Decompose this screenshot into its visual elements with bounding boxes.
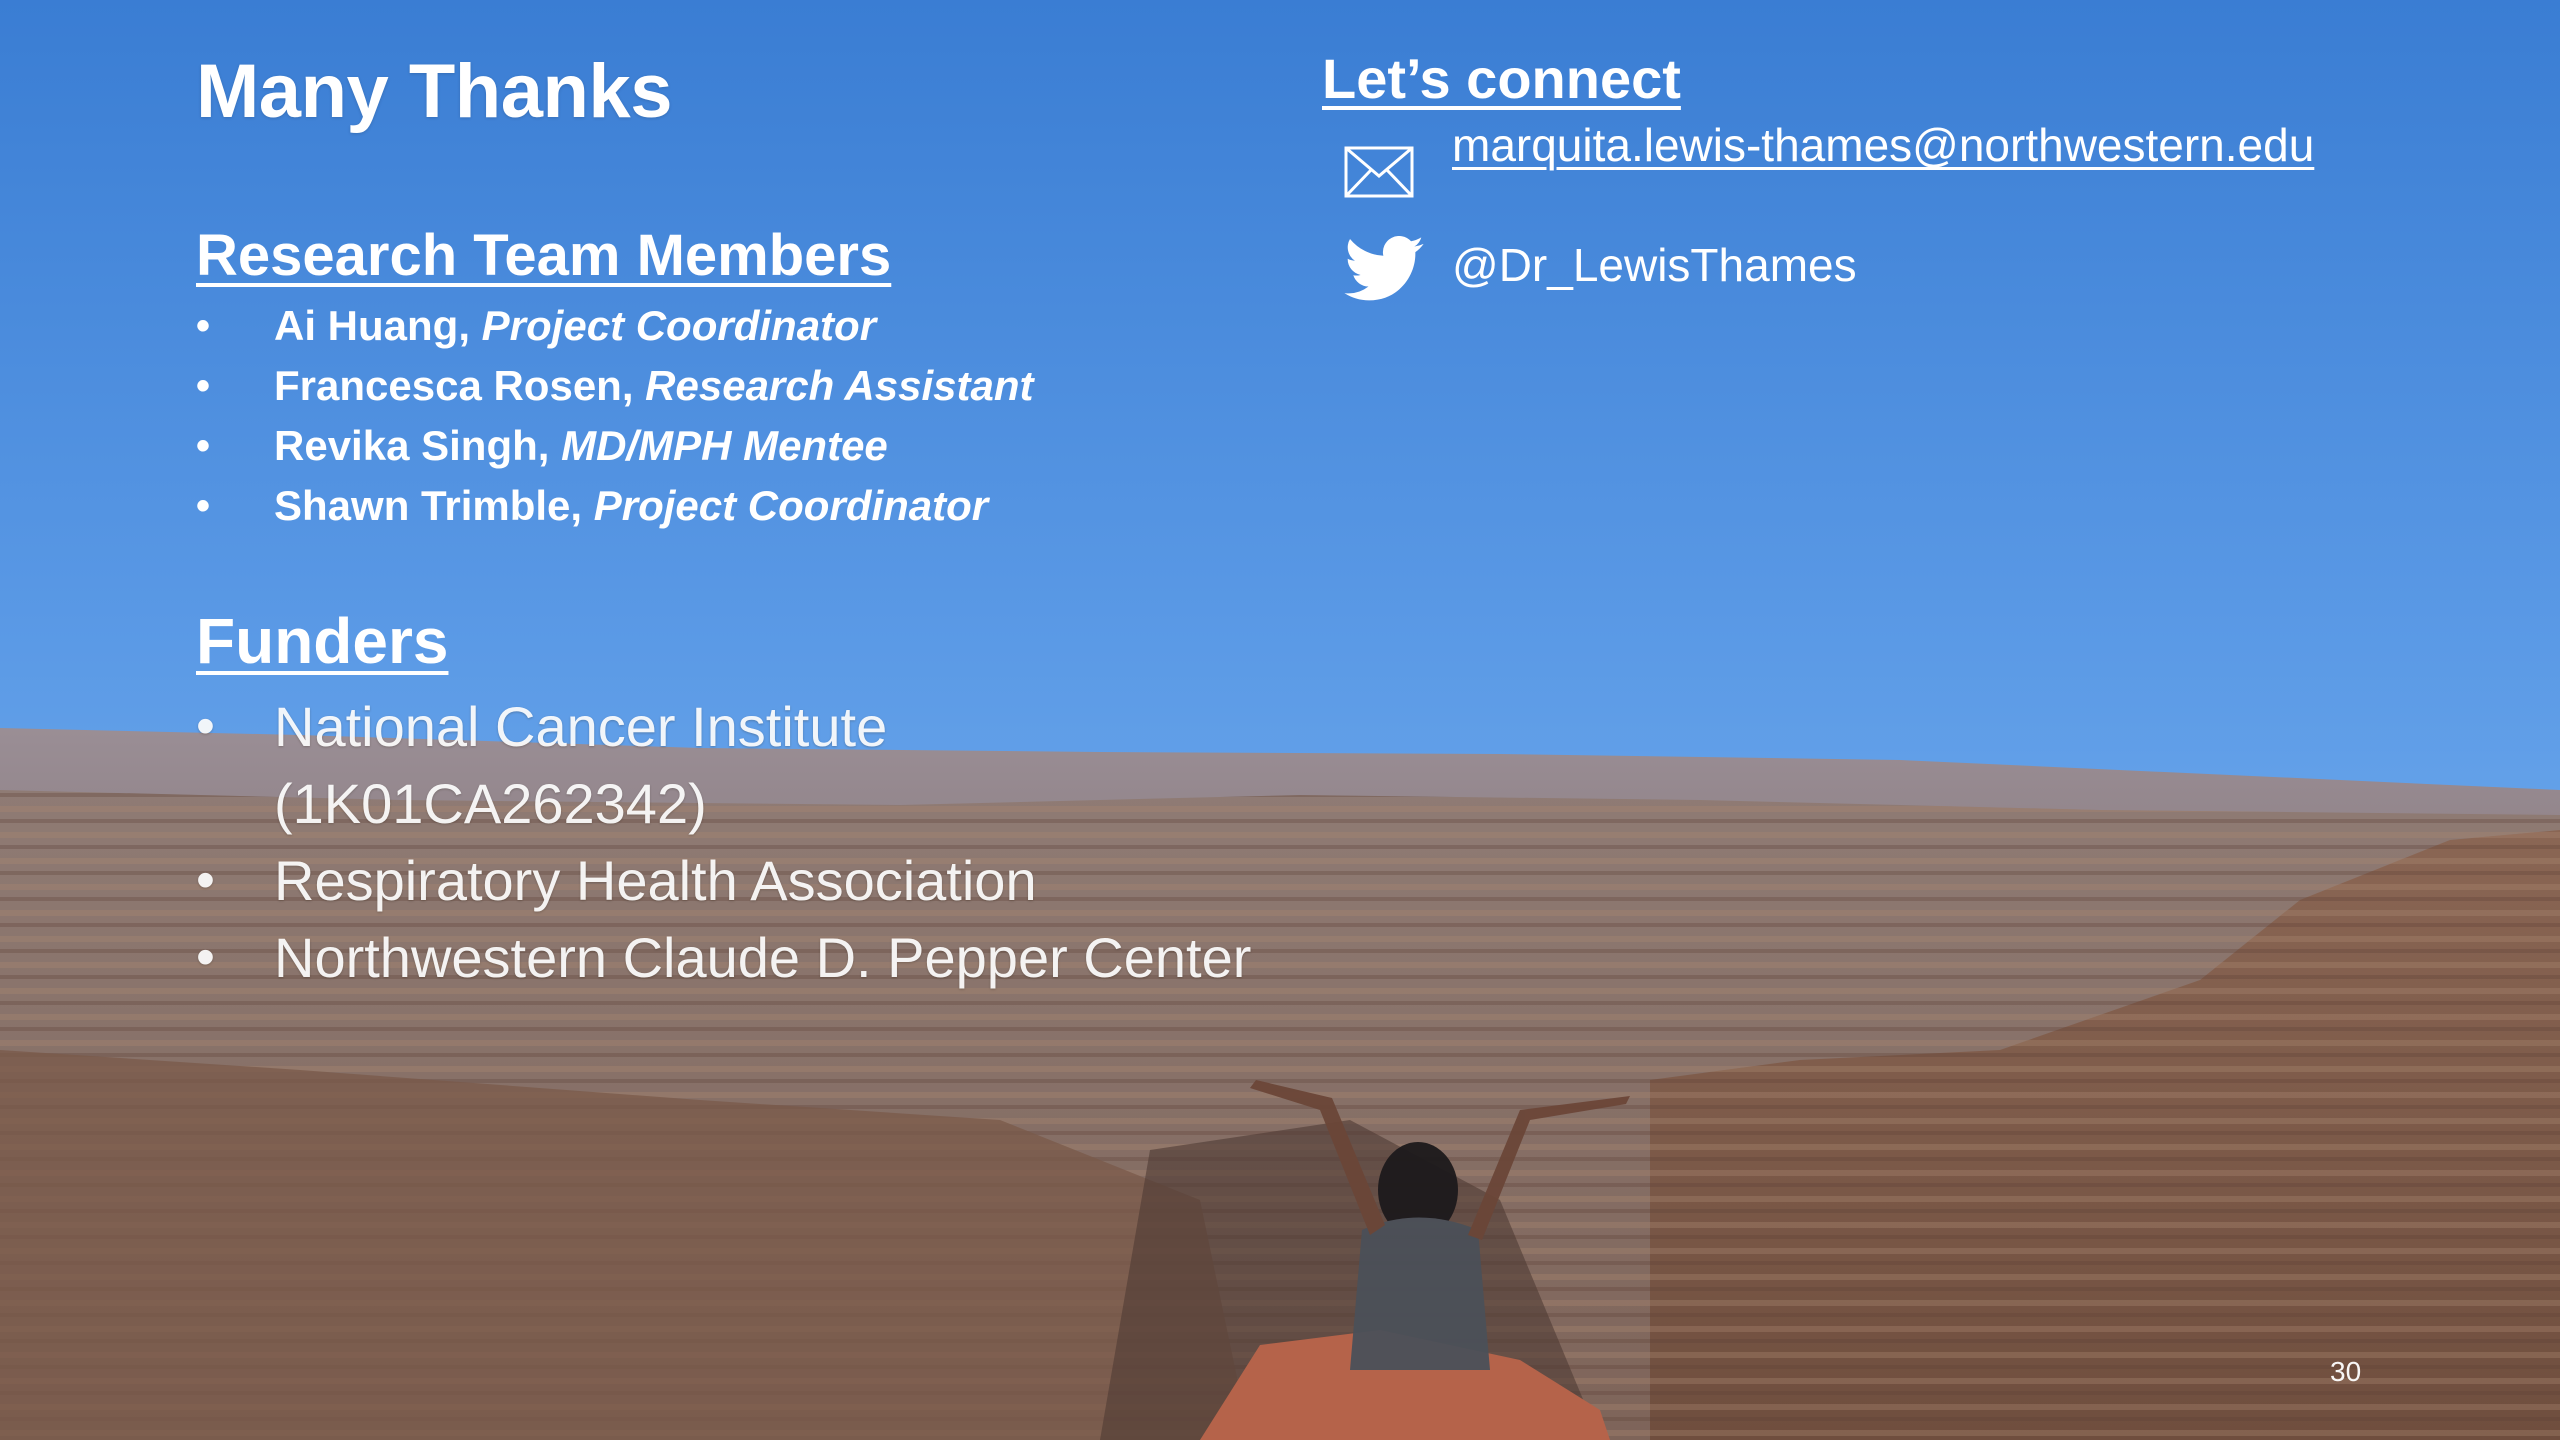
funder-item: Northwestern Claude D. Pepper Center xyxy=(196,919,1396,996)
research-team-heading: Research Team Members xyxy=(196,223,892,288)
funder-name: National Cancer Institute xyxy=(274,695,888,758)
team-member: Revika Singh, MD/MPH Mentee xyxy=(196,416,1033,476)
email-link[interactable]: marquita.lewis-thames@northwestern.edu xyxy=(1452,118,2314,172)
slide: Many Thanks Research Team Members Ai Hua… xyxy=(0,0,2560,1440)
member-role: Project Coordinator xyxy=(481,302,877,349)
member-name: Francesca Rosen, xyxy=(274,362,646,409)
member-role: MD/MPH Mentee xyxy=(561,422,888,469)
funder-name: Respiratory Health Association xyxy=(274,849,1037,912)
twitter-bird-icon xyxy=(1344,236,1424,301)
member-name: Revika Singh, xyxy=(274,422,562,469)
funder-grant-number: (1K01CA262342) xyxy=(274,772,707,835)
member-name: Shawn Trimble, xyxy=(274,482,594,529)
funder-item: National Cancer Institute (1K01CA262342) xyxy=(196,688,1396,842)
team-member: Shawn Trimble, Project Coordinator xyxy=(196,476,1033,536)
team-member: Francesca Rosen, Research Assistant xyxy=(196,356,1033,416)
member-role: Research Assistant xyxy=(645,362,1034,409)
team-member: Ai Huang, Project Coordinator xyxy=(196,296,1033,356)
slide-title: Many Thanks xyxy=(196,49,672,134)
page-number: 30 xyxy=(2330,1356,2362,1387)
connect-heading: Let’s connect xyxy=(1322,47,1681,110)
funder-name: Northwestern Claude D. Pepper Center xyxy=(274,926,1252,989)
member-name: Ai Huang, xyxy=(274,302,482,349)
twitter-handle: @Dr_LewisThames xyxy=(1452,239,1857,291)
member-role: Project Coordinator xyxy=(593,482,989,529)
funders-heading: Funders xyxy=(196,605,449,677)
funders-list: National Cancer Institute (1K01CA262342)… xyxy=(196,688,1396,996)
envelope-icon xyxy=(1344,146,1414,198)
research-team-list: Ai Huang, Project Coordinator Francesca … xyxy=(196,296,1033,536)
funder-item: Respiratory Health Association xyxy=(196,842,1396,919)
